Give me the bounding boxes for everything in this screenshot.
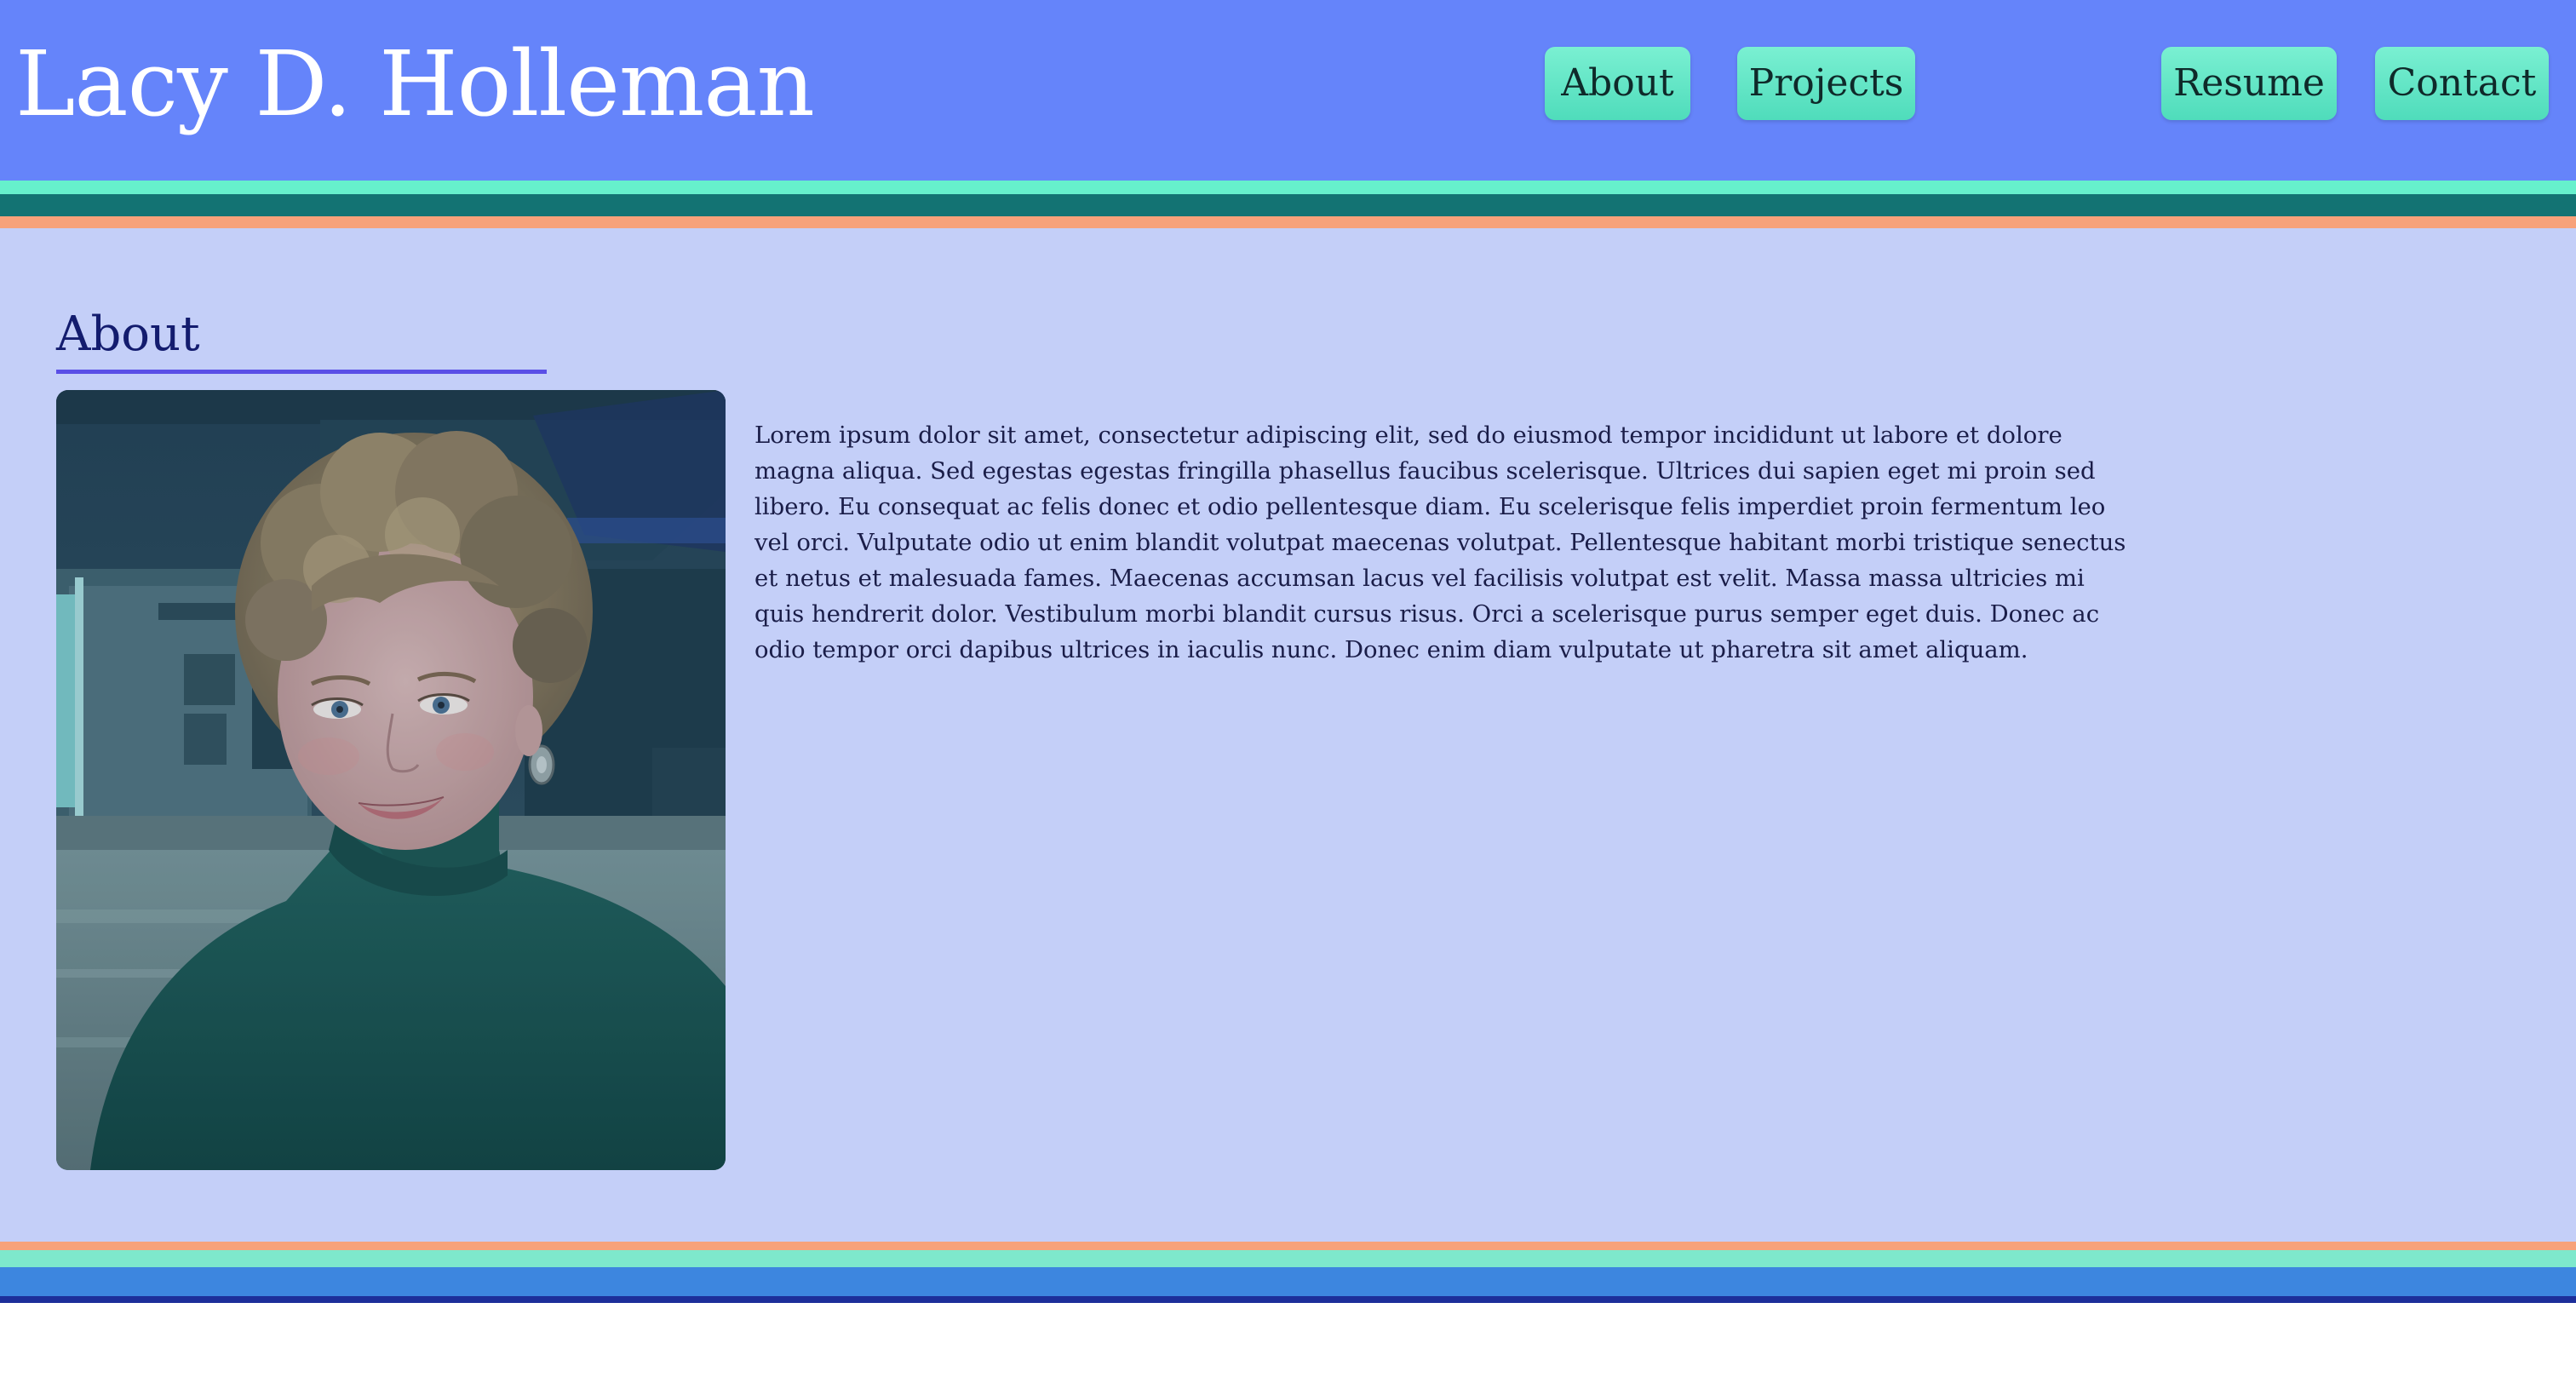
site-title[interactable]: Lacy D. Holleman: [15, 29, 815, 140]
about-bio-text: Lorem ipsum dolor sit amet, consectetur …: [754, 422, 2126, 663]
header-stripe-mint: [0, 181, 2576, 194]
nav-contact-button[interactable]: Contact: [2375, 47, 2549, 120]
page: Lacy D. Holleman About Projects Resume C…: [0, 0, 2576, 1383]
section-title-underline: [56, 370, 547, 374]
header-stripe-peach: [0, 216, 2576, 228]
nav-resume-button[interactable]: Resume: [2161, 47, 2337, 120]
nav-projects-button[interactable]: Projects: [1737, 47, 1915, 120]
footer-stripe-peach: [0, 1242, 2576, 1250]
profile-photo: [56, 390, 726, 1170]
footer-stripe-navy: [0, 1296, 2576, 1303]
section-title-about: About: [56, 307, 200, 362]
site-header: Lacy D. Holleman About Projects Resume C…: [0, 0, 2576, 181]
header-stripe-teal: [0, 194, 2576, 216]
footer-stripe-mint: [0, 1250, 2576, 1267]
nav-about-button[interactable]: About: [1545, 47, 1690, 120]
about-section: About Lorem ipsum dolor sit amet, consec…: [0, 228, 2576, 1242]
footer-stripe-blue: [0, 1267, 2576, 1296]
